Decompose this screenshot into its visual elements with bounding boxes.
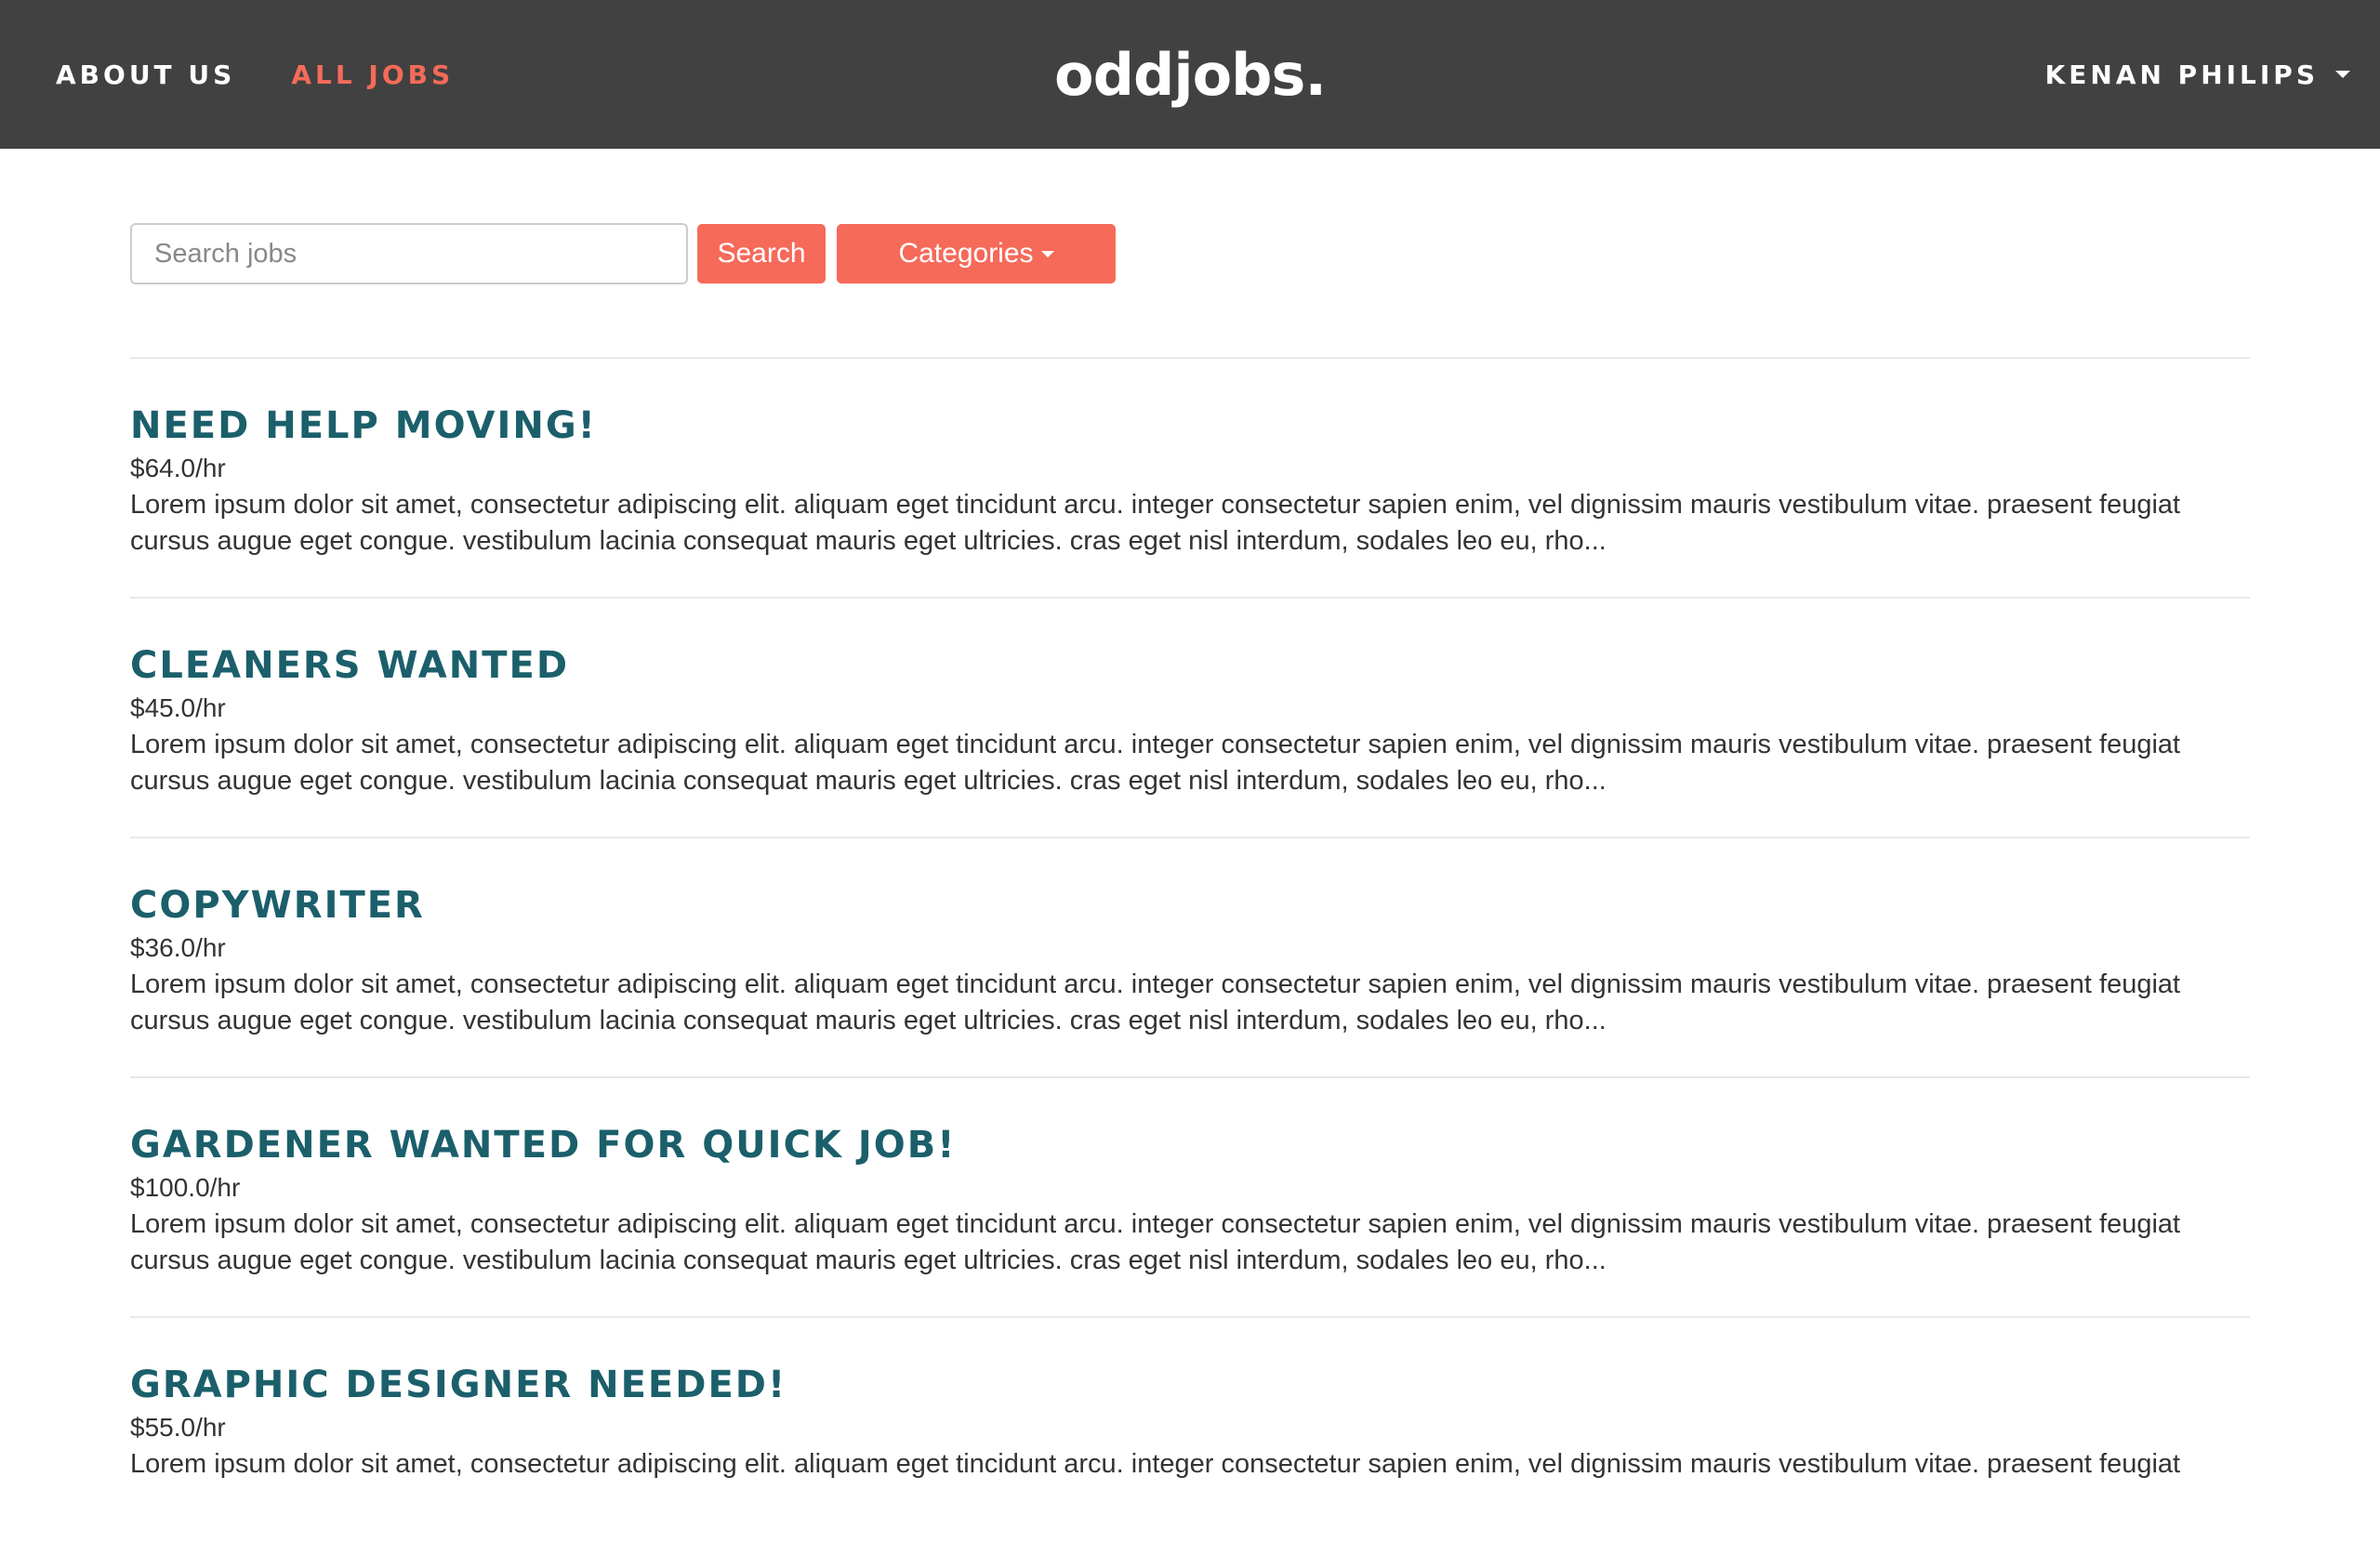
search-input[interactable] xyxy=(130,223,688,284)
job-listing: GARDENER WANTED FOR QUICK JOB! $100.0/hr… xyxy=(130,1076,2250,1316)
job-description: Lorem ipsum dolor sit amet, consectetur … xyxy=(130,490,2181,556)
job-list: NEED HELP MOVING! $64.0/hr Lorem ipsum d… xyxy=(130,357,2250,1556)
job-title-link[interactable]: GARDENER WANTED FOR QUICK JOB! xyxy=(130,1123,2250,1167)
job-description: Lorem ipsum dolor sit amet, consectetur … xyxy=(130,730,2181,796)
job-rate: $36.0/hr xyxy=(130,933,226,962)
user-menu-toggle[interactable]: KENAN PHILIPS xyxy=(2045,0,2350,149)
job-listing: NEED HELP MOVING! $64.0/hr Lorem ipsum d… xyxy=(130,357,2250,597)
job-title-link[interactable]: CLEANERS WANTED xyxy=(130,643,2250,688)
job-listing: CLEANERS WANTED $45.0/hr Lorem ipsum dol… xyxy=(130,597,2250,837)
job-listing: GRAPHIC DESIGNER NEEDED! $55.0/hr Lorem … xyxy=(130,1316,2250,1556)
nav-link-about-us[interactable]: ABOUT US xyxy=(56,59,235,90)
search-button-label: Search xyxy=(717,238,806,269)
search-button[interactable]: Search xyxy=(697,224,826,284)
job-title-link[interactable]: GRAPHIC DESIGNER NEEDED! xyxy=(130,1363,2250,1407)
job-title-link[interactable]: COPYWRITER xyxy=(130,883,2250,928)
job-description: Lorem ipsum dolor sit amet, consectetur … xyxy=(130,1209,2181,1275)
job-description: Lorem ipsum dolor sit amet, consectetur … xyxy=(130,969,2181,1035)
user-name: KENAN PHILIPS xyxy=(2044,59,2319,90)
categories-dropdown-button[interactable]: Categories xyxy=(837,224,1116,284)
job-listing: COPYWRITER $36.0/hr Lorem ipsum dolor si… xyxy=(130,837,2250,1076)
nav-link-all-jobs[interactable]: ALL JOBS xyxy=(291,59,454,90)
nav-links: ABOUT US ALL JOBS xyxy=(56,0,509,149)
job-title-link[interactable]: NEED HELP MOVING! xyxy=(130,403,2250,448)
brand-logo[interactable]: oddjobs. xyxy=(1054,41,1327,109)
job-rate: $45.0/hr xyxy=(130,693,226,722)
caret-down-icon xyxy=(2335,71,2350,78)
job-description: Lorem ipsum dolor sit amet, consectetur … xyxy=(130,1449,2181,1479)
job-rate: $55.0/hr xyxy=(130,1413,226,1442)
caret-down-icon xyxy=(1040,250,1054,257)
categories-button-label: Categories xyxy=(898,238,1034,269)
search-bar: Search Categories xyxy=(130,223,1116,284)
job-rate: $64.0/hr xyxy=(130,454,226,482)
top-navbar: ABOUT US ALL JOBS oddjobs. KENAN PHILIPS xyxy=(0,0,2380,149)
job-rate: $100.0/hr xyxy=(130,1173,241,1202)
